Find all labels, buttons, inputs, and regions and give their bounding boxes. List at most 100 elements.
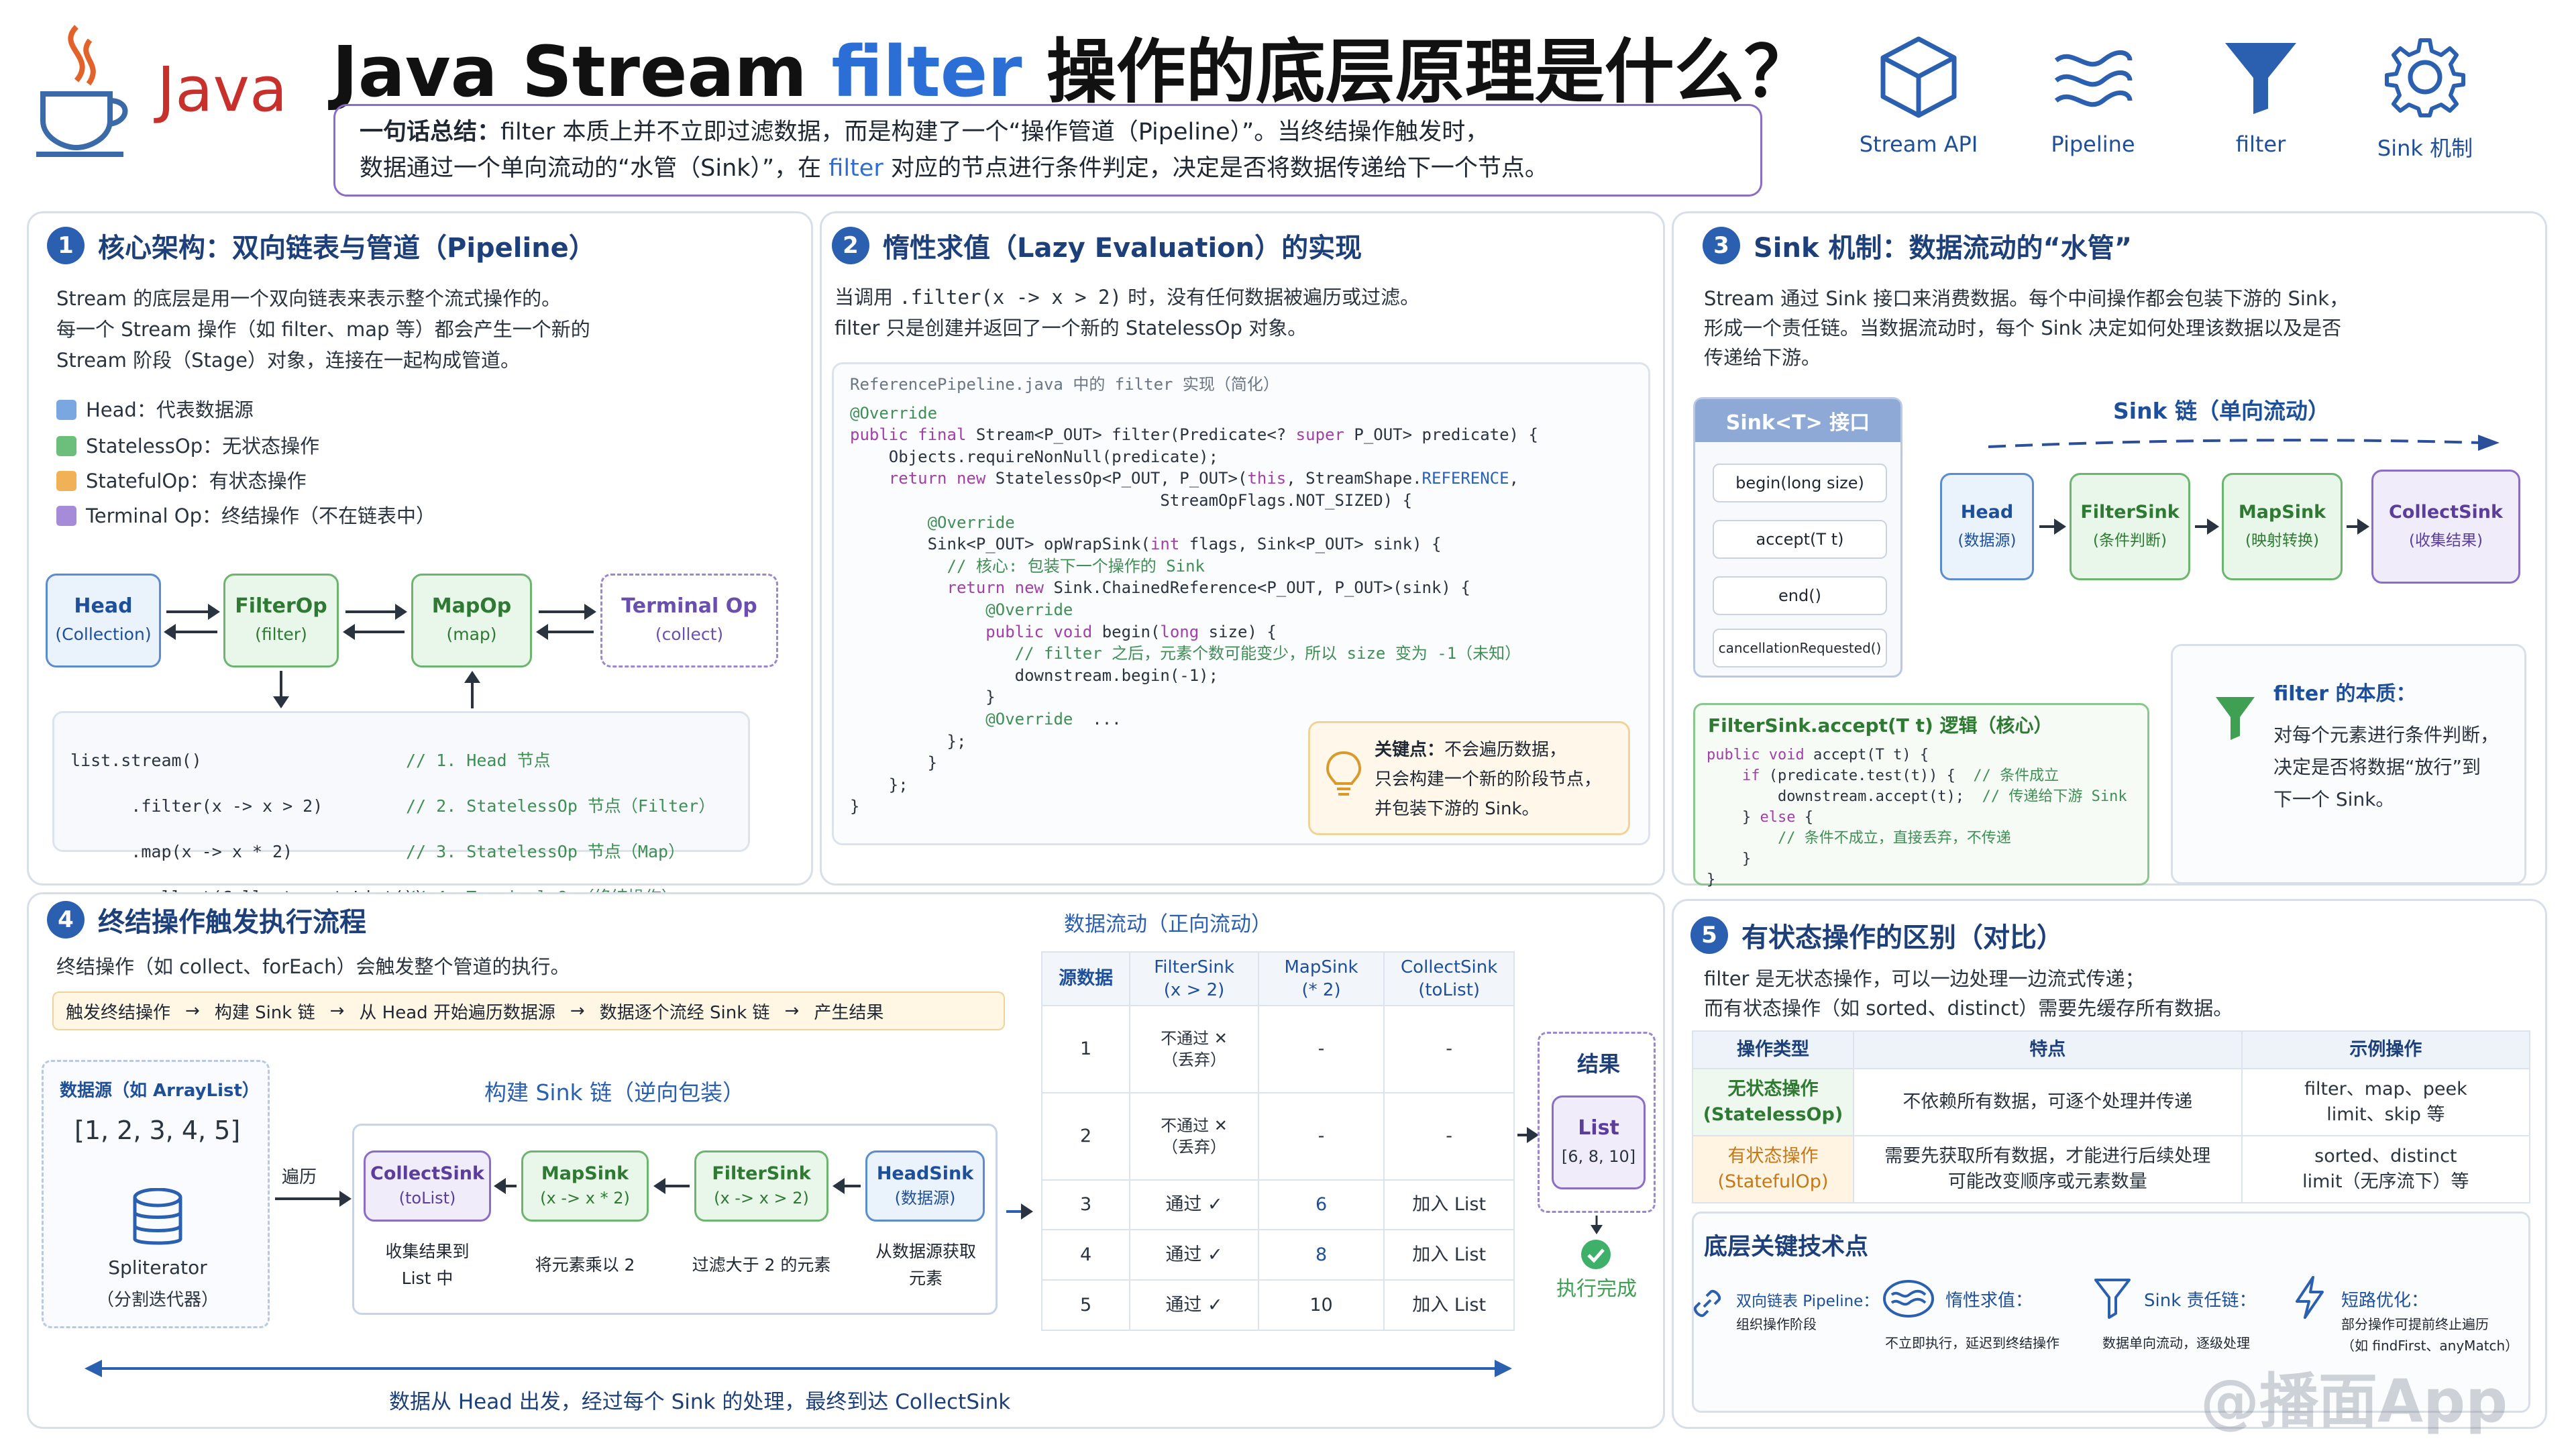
database-icon [133, 1188, 182, 1245]
legend-swatch [56, 400, 76, 420]
arrow-right-icon: → [329, 1001, 345, 1021]
legend-item: Terminal Op：终结操作（不在链表中） [56, 500, 435, 531]
arrow-right-icon: → [570, 1001, 585, 1021]
traverse-label: 遍历 [282, 1167, 317, 1187]
funnel-icon [2094, 1279, 2131, 1319]
s1-code-block: list.stream()// 1. Head 节点 .filter(x -> … [52, 711, 750, 907]
flow-header: CollectSink (toList) [1383, 951, 1515, 1006]
pipeline-node-map: MapOp (map) [411, 574, 532, 667]
section-3-title: 3 Sink 机制：数据流动的“水管” [1703, 226, 2132, 265]
header-icon-label: Pipeline [2051, 131, 2135, 157]
funnel-icon [2225, 43, 2296, 114]
tech-item-desc: 部分操作可提前终止遍历 [2341, 1316, 2489, 1332]
section-5-title: 5 有状态操作的区别（对比） [1690, 916, 2063, 955]
s4-desc: 终结操作（如 collect、forEach）会触发整个管道的执行。 [56, 955, 570, 978]
compare-header: 操作类型 [1692, 1030, 1854, 1069]
step: 产生结果 [814, 1002, 884, 1023]
section-number: 4 [47, 901, 85, 938]
chain-arrow [2195, 519, 2219, 535]
step: 触发终结操作 [66, 1002, 171, 1023]
interface-method: begin(long size) [1713, 464, 1887, 502]
s2-desc-2: filter 只是创建并返回了一个新的 StatelessOp 对象。 [835, 317, 1307, 339]
check-circle-icon [1581, 1240, 1611, 1269]
tech-item-desc: 数据单向流动，逐级处理 [2102, 1335, 2250, 1351]
down-arrow-icon [273, 671, 289, 708]
title-highlight: filter [831, 31, 1022, 113]
summary-line1: filter 本质上并不立即过滤数据，而是构建了一个“操作管道（Pipeline… [500, 119, 1489, 146]
title-post: 操作的底层原理是什么？ [1022, 31, 1814, 113]
interface-method: accept(T t) [1713, 520, 1887, 559]
keypoint-line-3: 并包装下游的 Sink。 [1375, 799, 1540, 819]
header-icon-sink: Sink 机制 [2345, 34, 2506, 162]
filter-essence-box: filter 的本质： 对每个元素进行条件判断， 决定是否将数据“放行”到 下一… [2171, 644, 2526, 884]
traverse-arrow [275, 1191, 352, 1207]
coffee-cup-icon [36, 25, 128, 157]
flow-dashed-arrow [1988, 435, 2500, 451]
code-caption: ReferencePipeline.java 中的 filter 实现（简化） [850, 375, 1279, 394]
result-box: 结果 List [6, 8, 10] [1538, 1032, 1656, 1213]
lazy-icon [1883, 1280, 1934, 1318]
data-source-box: 数据源（如 ArrayList） [1, 2, 3, 4, 5] Spliter… [42, 1060, 270, 1328]
legend-item: Head：代表数据源 [56, 394, 254, 425]
section-number: 1 [47, 227, 85, 264]
pipeline-node-head: Head (Collection) [46, 574, 161, 667]
result-title: 结果 [1576, 1051, 1620, 1077]
sink-chain-title: Sink 链（单向流动） [2113, 398, 2330, 424]
build-node-head: HeadSink (数据源) [865, 1150, 985, 1222]
pipeline-node-filter: FilterOp (filter) [223, 574, 339, 667]
step: 从 Head 开始遍历数据源 [359, 1002, 555, 1023]
build-node-filter: FilterSink (x -> x > 2) [694, 1150, 828, 1222]
compare-row: 有状态操作 (StatefulOp) 需要先获取所有数据，才能进行后续处理 可能改变… [1692, 1135, 2531, 1203]
sink-interface-box: Sink<T> 接口 begin(long size) accept(T t) … [1693, 397, 1902, 678]
summary-box: 一句话总结：filter 本质上并不立即过滤数据，而是构建了一个“操作管道（Pi… [333, 104, 1762, 197]
s1-desc-1: Stream 的底层是用一个双向链表来表示整个流式操作的。 [56, 287, 561, 310]
sink-chain-map: MapSink (映射转换) [2222, 473, 2343, 580]
link-arrow [539, 604, 596, 620]
link-arrow [166, 604, 220, 620]
java-logo-text: Java [157, 54, 288, 125]
s1-desc-3: Stream 阶段（Stage）对象，连接在一起构成管道。 [56, 349, 520, 372]
tech-item-title: 惰性求值： [1945, 1291, 2033, 1311]
result-list: List [6, 8, 10] [1552, 1095, 1646, 1189]
section-title-text: 终结操作触发执行流程 [98, 907, 366, 938]
header-icon-label: filter [2235, 131, 2286, 157]
header-icon-label: Sink 机制 [2377, 136, 2473, 161]
header-icon-filter: filter [2180, 34, 2341, 157]
cube-icon [1880, 36, 1957, 118]
funnel-icon [2216, 697, 2255, 740]
up-arrow-icon [464, 671, 480, 708]
tech-item-title: Sink 责任链： [2144, 1291, 2257, 1311]
spliterator-label: Spliterator [108, 1256, 207, 1279]
header-icon-stream-api: Stream API [1838, 34, 1999, 157]
section-number: 5 [1690, 916, 1728, 954]
link-arrow [345, 604, 407, 620]
header-icon-pipeline: Pipeline [2012, 34, 2174, 157]
source-title: 数据源（如 ArrayList） [60, 1081, 260, 1101]
filtersink-accept-title: FilterSink.accept(T t) 逻辑（核心） [1708, 714, 2053, 737]
s3-desc-2: 形成一个责任链。当数据流动时，每个 Sink 决定如何处理该数据以及是否 [1704, 317, 2342, 339]
s1-desc-2: 每一个 Stream 操作（如 filter、map 等）都会产生一个新的 [56, 318, 590, 341]
compare-header: 示例操作 [2241, 1030, 2531, 1069]
tech-item-title: 双向链表 Pipeline： [1736, 1293, 1879, 1310]
wrap-arrow [653, 1178, 690, 1194]
essence-line: 对每个元素进行条件判断， [2273, 724, 2500, 746]
flow-row: 2 不通过 ✕ （丢弃） - - [1040, 1091, 1515, 1181]
flow-row: 1 不通过 ✕ （丢弃） - - [1040, 1005, 1515, 1093]
build-caption: 过滤大于 2 的元素 [692, 1255, 831, 1275]
link-icon [1693, 1289, 1721, 1318]
tech-title: 底层关键技术点 [1704, 1234, 1869, 1260]
section-title-text: 核心架构：双向链表与管道（Pipeline） [98, 233, 596, 264]
long-flow-arrow [85, 1360, 1512, 1377]
flow-header: 源数据 [1040, 951, 1131, 1006]
code-line: list.stream()// 1. Head 节点 [70, 751, 551, 770]
summary-line2-b: 对应的节点进行条件判定，决定是否将数据传递给下一个节点。 [883, 155, 1548, 182]
essence-line: 下一个 Sink。 [2273, 788, 2395, 810]
legend-swatch [56, 471, 76, 491]
sink-chain-head: Head (数据源) [1940, 473, 2034, 580]
execution-steps-bar: 触发终结操作 → 构建 Sink 链 → 从 Head 开始遍历数据源 → 数据逐个流… [52, 991, 1005, 1030]
step: 构建 Sink 链 [214, 1002, 315, 1023]
lightbulb-icon [1326, 751, 1362, 796]
link-arrow [343, 624, 405, 640]
waves-icon [2054, 50, 2133, 107]
s2-desc-1: 当调用 .filter(x -> x > 2) 时，没有任何数据被遍历或过滤。 [835, 286, 1420, 309]
